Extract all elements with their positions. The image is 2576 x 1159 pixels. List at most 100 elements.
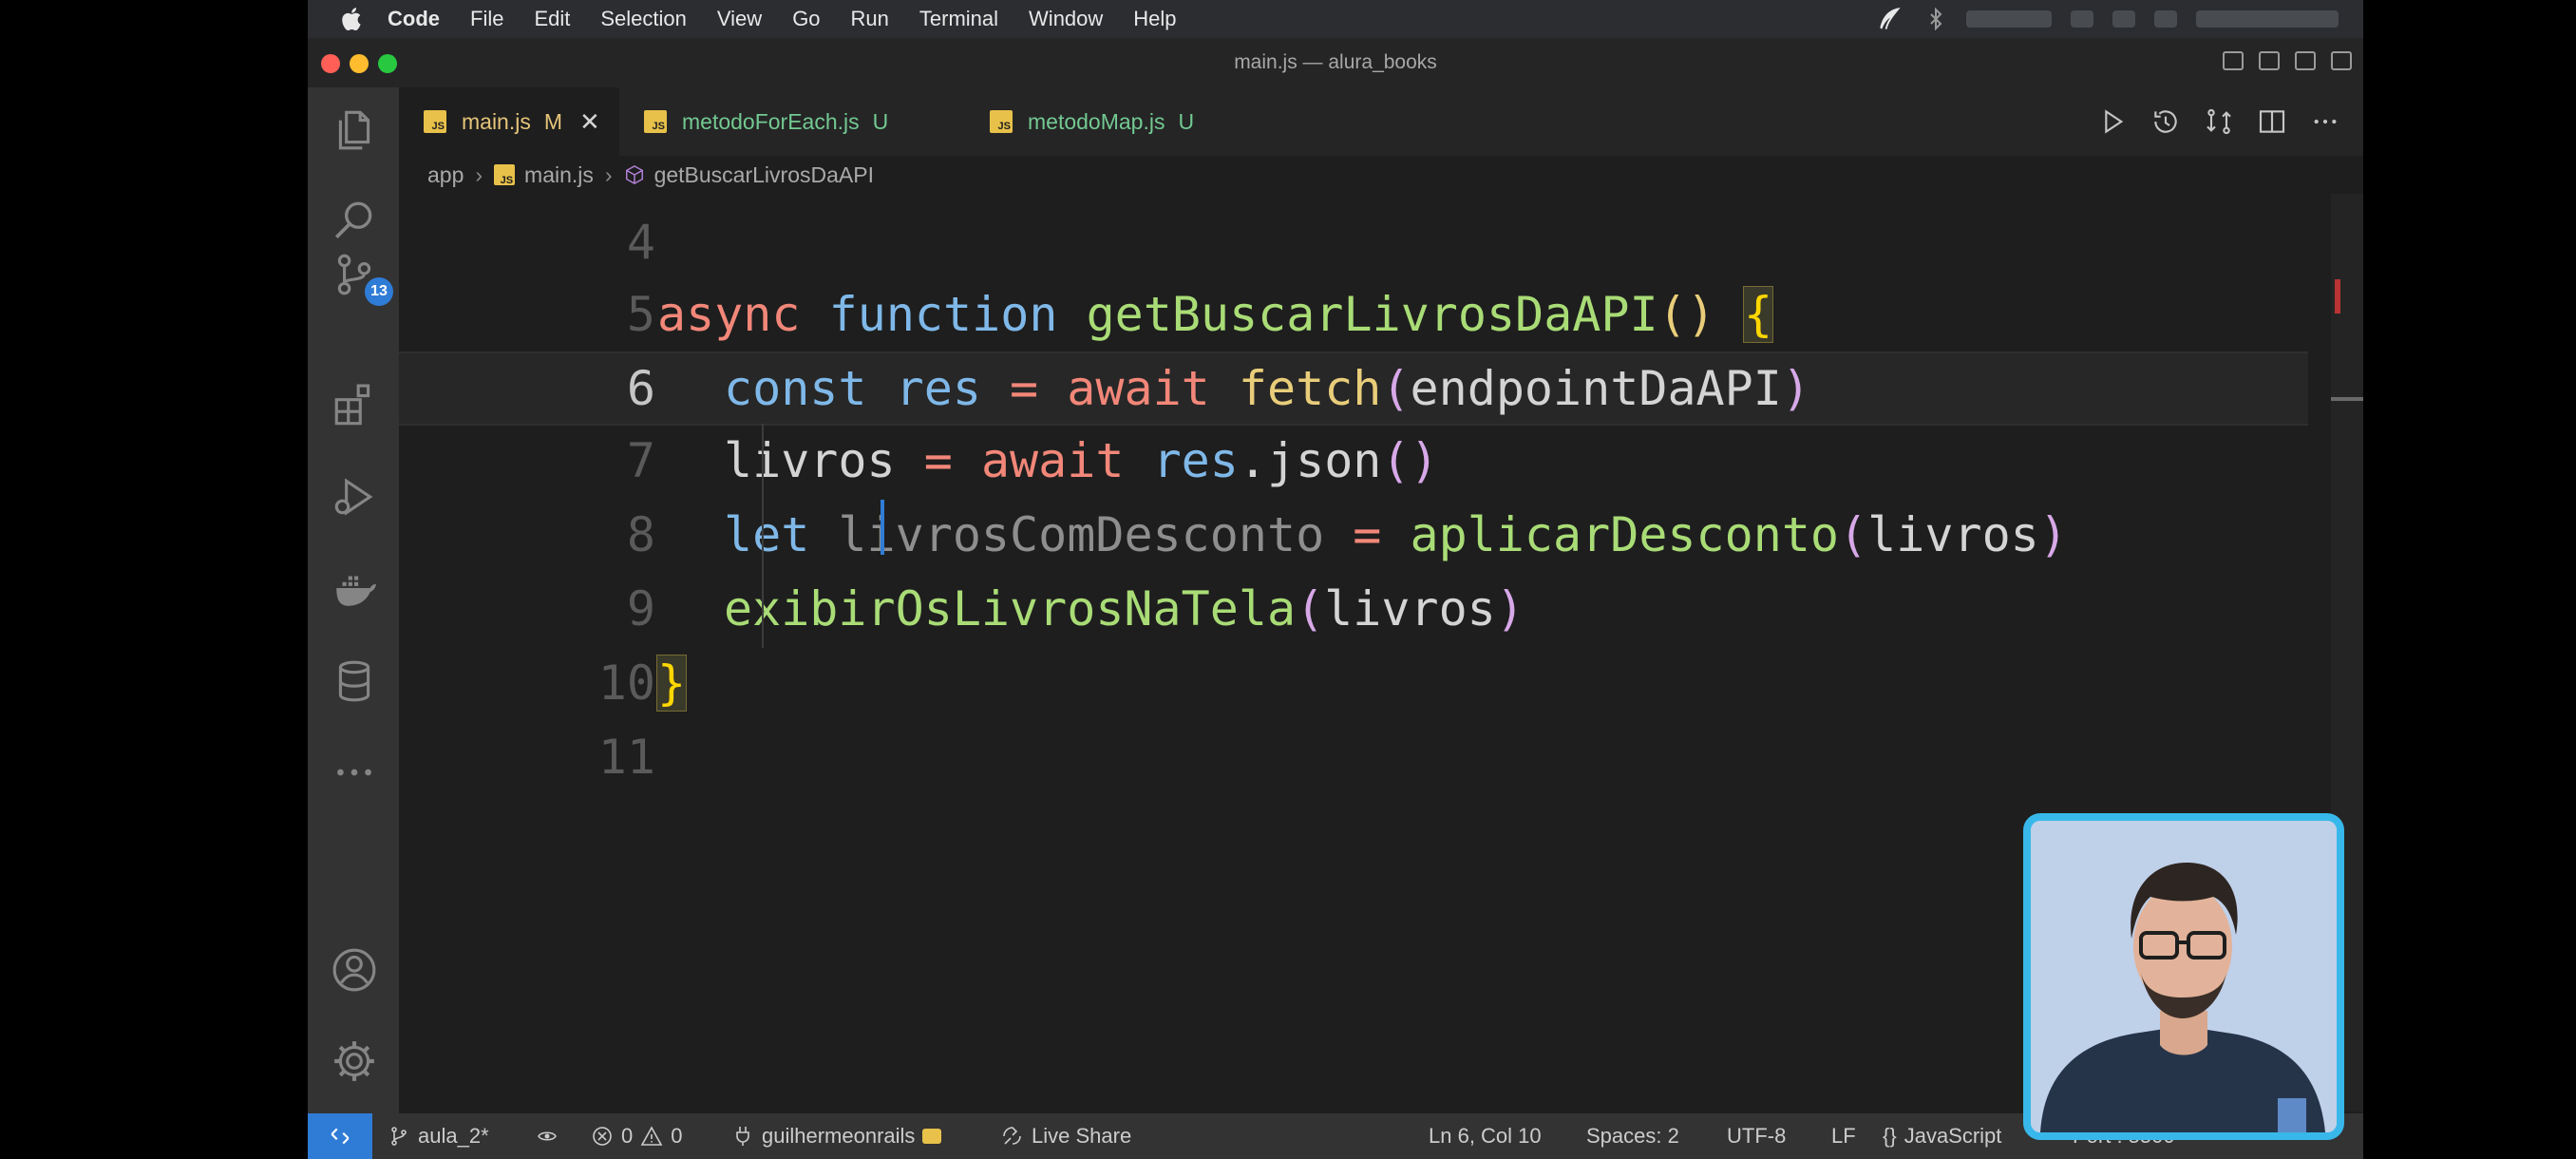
- customize-layout-icon[interactable]: [2331, 51, 2352, 70]
- javascript-file-icon: JS: [990, 110, 1013, 133]
- line-number[interactable]: 8: [627, 507, 655, 562]
- compare-icon[interactable]: [2204, 106, 2234, 137]
- account-icon[interactable]: [331, 946, 378, 994]
- cursor-position[interactable]: Ln 6, Col 10: [1429, 1113, 1542, 1159]
- run-debug-icon[interactable]: [331, 473, 378, 521]
- activity-bar: 13: [308, 87, 399, 1113]
- paren-token: (: [1381, 361, 1411, 416]
- language-braces-icon: {}: [1883, 1124, 1897, 1148]
- sync-indicator[interactable]: [536, 1113, 559, 1159]
- javascript-file-icon: JS: [494, 164, 516, 186]
- window-title: main.js — alura_books: [1234, 51, 1437, 73]
- tab-metodoforeach-js[interactable]: JS metodoForEach.js U: [619, 87, 965, 156]
- menu-go[interactable]: Go: [792, 7, 820, 31]
- tab-main-js[interactable]: JS main.js M ✕: [399, 87, 619, 156]
- code-editor[interactable]: 4 5 async function getBuscarLivrosDaAPI(…: [399, 194, 2308, 1112]
- brace-token: }: [655, 655, 688, 712]
- javascript-file-icon: JS: [424, 110, 446, 133]
- extensions-icon[interactable]: [331, 384, 378, 431]
- line-number[interactable]: 6: [627, 361, 655, 416]
- keyword-token: await: [980, 433, 1125, 488]
- method-symbol-icon: [625, 164, 643, 185]
- code-text[interactable]: async function getBuscarLivrosDaAPI() {: [657, 286, 1774, 343]
- window-titlebar: main.js — alura_books: [308, 38, 2363, 87]
- tab-untracked-status: U: [1178, 108, 1195, 134]
- menu-selection[interactable]: Selection: [600, 7, 687, 31]
- apple-icon[interactable]: [338, 5, 367, 33]
- run-icon[interactable]: [2097, 106, 2128, 137]
- problems-indicator[interactable]: 0 0: [591, 1113, 683, 1159]
- menu-view[interactable]: View: [717, 7, 762, 31]
- menu-window[interactable]: Window: [1029, 7, 1103, 31]
- breadcrumb-symbol[interactable]: getBuscarLivrosDaAPI: [654, 162, 874, 188]
- code-line: 8 let livrosComDesconto = aplicarDescont…: [399, 500, 2308, 574]
- menu-run[interactable]: Run: [851, 7, 889, 31]
- breadcrumb-file[interactable]: main.js: [524, 162, 594, 188]
- keyword-token: const: [724, 361, 867, 416]
- search-icon[interactable]: [331, 198, 378, 245]
- identifier-token: livros: [1867, 507, 2039, 562]
- chevron-right-icon: ›: [604, 162, 613, 187]
- macos-menubar: Code File Edit Selection View Go Run Ter…: [308, 0, 2363, 38]
- plug-icon: [736, 1127, 749, 1146]
- tab-label: main.js: [462, 108, 531, 134]
- line-number[interactable]: 11: [598, 730, 655, 785]
- editor-tabs: JS main.js M ✕ JS metodoForEach.js U JS …: [399, 87, 2363, 156]
- language-mode[interactable]: {} JavaScript: [1883, 1113, 2001, 1159]
- database-icon[interactable]: [331, 657, 378, 705]
- menu-edit[interactable]: Edit: [534, 7, 570, 31]
- tab-untracked-status: U: [872, 108, 889, 134]
- timeline-icon[interactable]: [2150, 106, 2181, 137]
- language-label: JavaScript: [1904, 1124, 2002, 1148]
- more-icon[interactable]: [331, 749, 378, 796]
- tab-metodomap-js[interactable]: JS metodoMap.js U: [965, 87, 1288, 156]
- code-text[interactable]: let livrosComDesconto = aplicarDesconto(…: [724, 507, 2068, 562]
- code-text[interactable]: exibirOsLivrosNaTela(livros): [724, 581, 1525, 636]
- live-share-button[interactable]: Live Share: [1001, 1113, 1131, 1159]
- menu-app-code[interactable]: Code: [388, 7, 440, 31]
- indentation-setting[interactable]: Spaces: 2: [1586, 1113, 1679, 1159]
- menu-file[interactable]: File: [470, 7, 503, 31]
- explorer-icon[interactable]: [331, 106, 378, 154]
- toggle-panel-icon[interactable]: [2259, 51, 2280, 70]
- eol-setting[interactable]: LF: [1831, 1113, 1856, 1159]
- source-control-icon[interactable]: 13: [331, 251, 393, 306]
- docker-icon[interactable]: [331, 564, 378, 612]
- code-text[interactable]: const res = await fetch(endpointDaAPI): [724, 361, 1810, 416]
- menu-help[interactable]: Help: [1133, 7, 1176, 31]
- remote-indicator-icon[interactable]: [308, 1113, 372, 1159]
- layout-controls: [2223, 51, 2352, 70]
- toggle-secondary-sidebar-icon[interactable]: [2295, 51, 2316, 70]
- line-number[interactable]: 10: [598, 656, 655, 711]
- menubar-blurred-item: [1966, 10, 2052, 28]
- variable-token: res: [1152, 433, 1239, 488]
- close-icon[interactable]: ✕: [579, 107, 600, 137]
- code-text[interactable]: }: [655, 655, 688, 712]
- sync-icon: [538, 1131, 557, 1141]
- account-indicator[interactable]: guilhermeonrails: [731, 1113, 942, 1159]
- toggle-primary-sidebar-icon[interactable]: [2223, 51, 2244, 70]
- live-share-icon: [1003, 1127, 1021, 1145]
- menubar-blurred-item: [2154, 10, 2177, 28]
- paren-token: ): [1781, 361, 1810, 416]
- encoding-setting[interactable]: UTF-8: [1727, 1113, 1786, 1159]
- error-count: 0: [621, 1124, 634, 1148]
- source-control-badge: 13: [365, 277, 393, 306]
- git-modified-gutter-indicator: [881, 500, 884, 555]
- more-actions-icon[interactable]: [2310, 106, 2340, 137]
- bluetooth-icon[interactable]: [1924, 8, 1947, 30]
- branch-indicator[interactable]: aula_2*: [388, 1113, 489, 1159]
- variable-token: res: [895, 361, 981, 416]
- line-number[interactable]: 9: [627, 581, 655, 636]
- split-editor-icon[interactable]: [2257, 106, 2287, 137]
- line-number[interactable]: 4: [627, 215, 655, 270]
- line-number[interactable]: 7: [627, 433, 655, 488]
- tab-label: metodoMap.js: [1028, 108, 1165, 134]
- menu-terminal[interactable]: Terminal: [919, 7, 998, 31]
- line-number[interactable]: 5: [627, 287, 655, 342]
- code-text[interactable]: livros = await res.json(): [724, 433, 1439, 488]
- settings-gear-icon[interactable]: [331, 1037, 378, 1085]
- breadcrumb-folder[interactable]: app: [427, 162, 464, 188]
- feather-icon[interactable]: [1875, 4, 1905, 34]
- menubar-blurred-item: [2071, 10, 2093, 28]
